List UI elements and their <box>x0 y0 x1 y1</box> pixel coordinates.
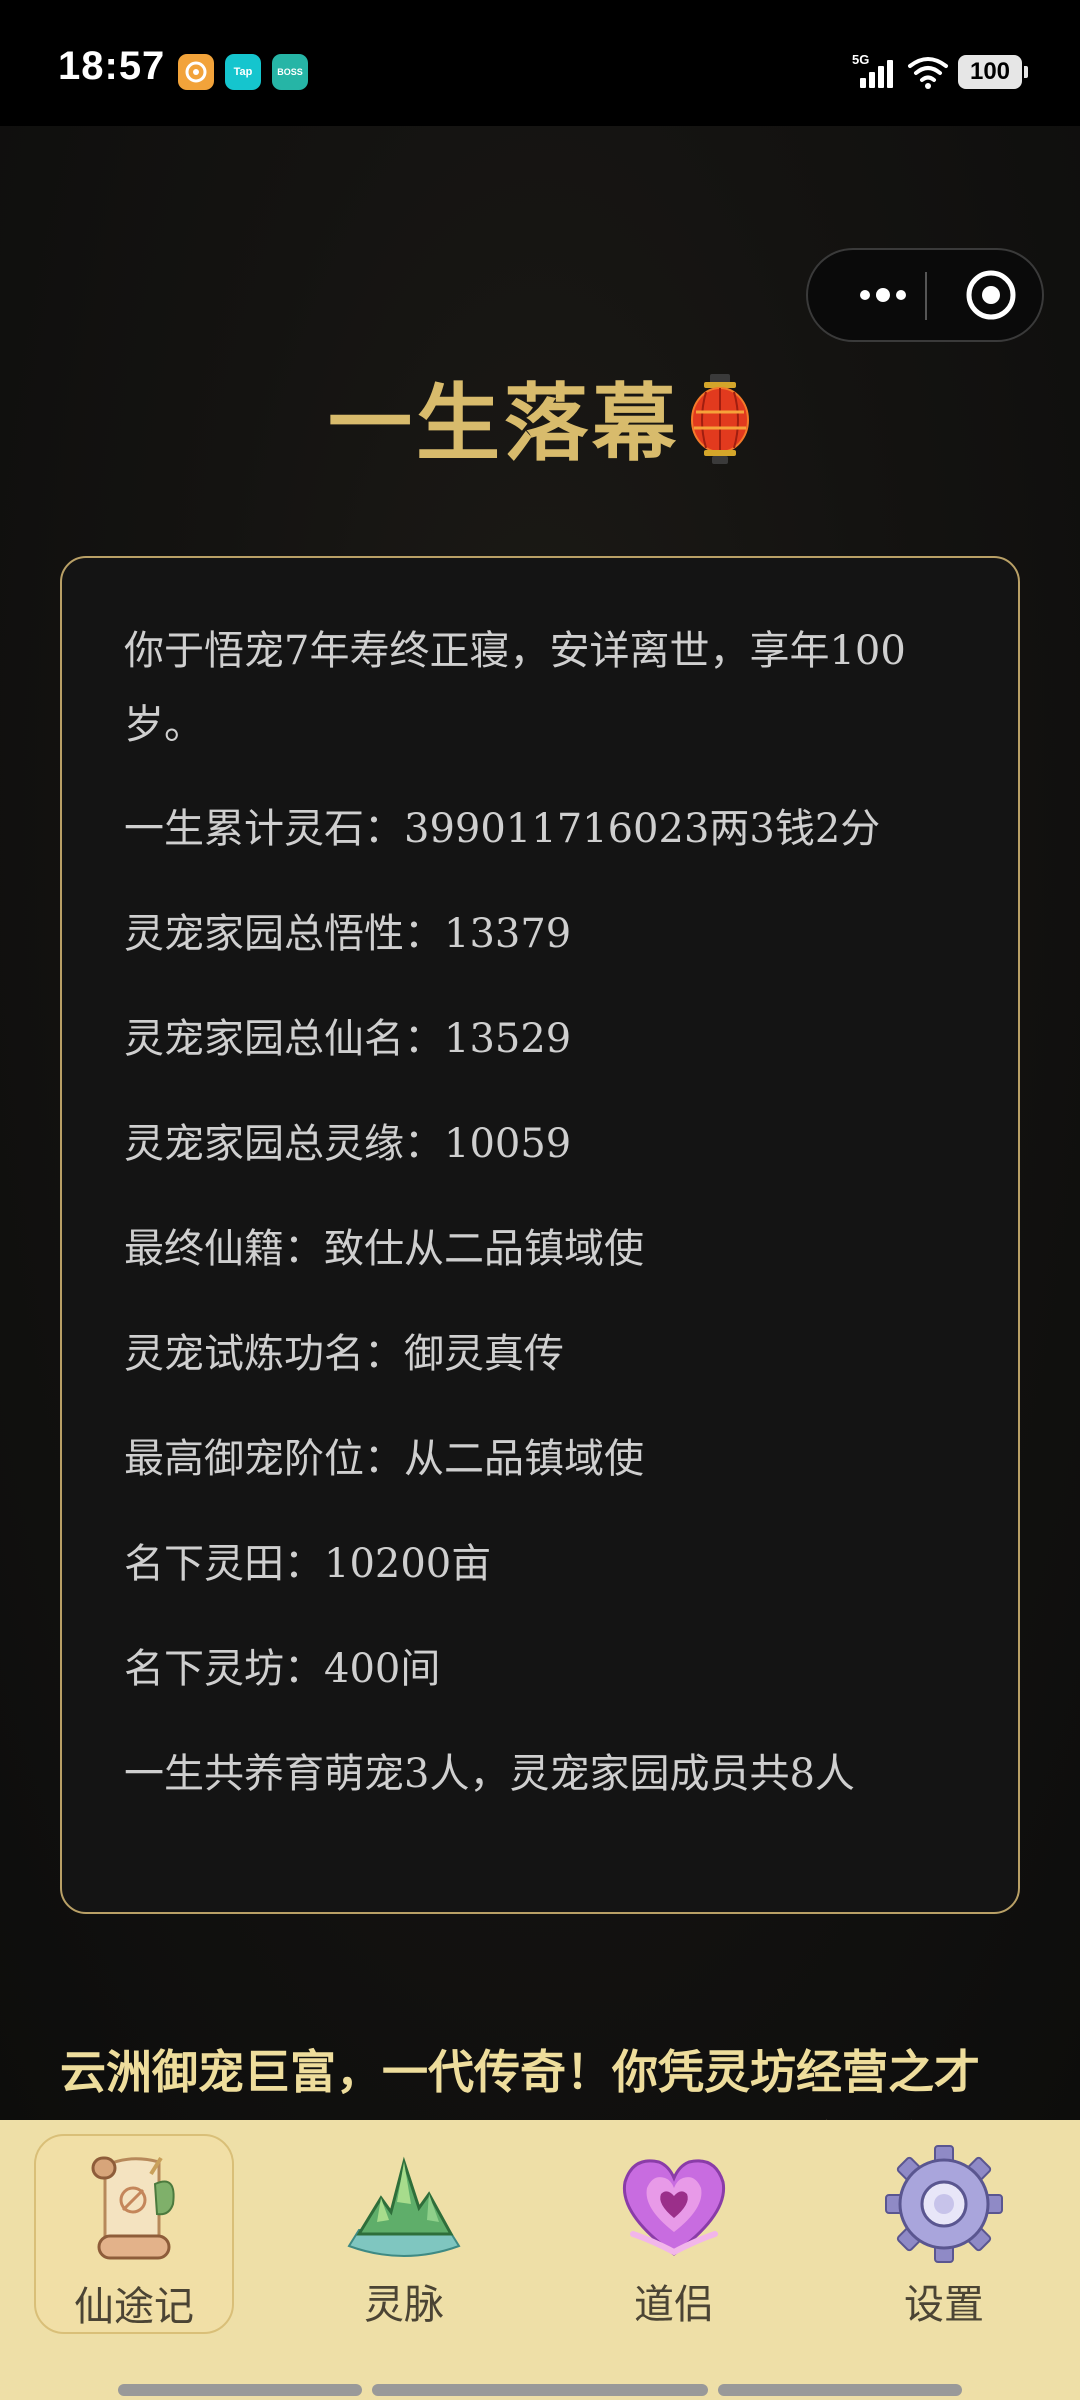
boss-app-icon: BOSS <box>272 54 308 90</box>
life-summary-card: 你于悟宠7年寿终正寝，安详离世，享年100岁。 一生累计灵石：399011716… <box>60 556 1020 1914</box>
status-indicators: 5G 100 <box>852 52 1028 92</box>
summary-line-trial-title: 灵宠试炼功名：御灵真传 <box>124 1331 564 1377</box>
nav-label-spirit-vein: 灵脉 <box>364 2282 444 2328</box>
status-time: 18:57 <box>58 44 166 88</box>
summary-line-spirit-stones: 一生累计灵石：399011716023两3钱2分 <box>124 806 881 852</box>
gesture-bar-right <box>718 2384 962 2396</box>
signal-icon: 5G <box>852 52 896 90</box>
status-bar: 18:57 Tap BOSS 5G 100 <box>0 0 1080 126</box>
orange-app-icon <box>178 54 214 90</box>
nav-item-spirit-vein[interactable]: 灵脉 <box>304 2134 504 2334</box>
target-close-icon <box>966 270 1016 320</box>
nav-label-settings: 设置 <box>904 2282 984 2328</box>
scroll-icon <box>91 2156 175 2260</box>
network-type: 5G <box>852 52 870 67</box>
summary-line-spirit-fields: 名下灵田：10200亩 <box>124 1541 492 1587</box>
gesture-bar-left <box>118 2384 362 2396</box>
summary-line-final-rank: 最终仙籍：致仕从二品镇域使 <box>124 1226 644 1272</box>
summary-line-spirit-shops: 名下灵坊：400间 <box>124 1646 441 1692</box>
gesture-bar-center <box>372 2384 708 2396</box>
miniprogram-capsule <box>806 248 1044 342</box>
heart-icon <box>622 2159 726 2256</box>
capsule-divider <box>925 272 927 320</box>
crystal-mountain-icon <box>347 2156 461 2257</box>
more-options-button[interactable] <box>838 250 928 340</box>
summary-line-pets: 一生共养育萌宠3人，灵宠家园成员共8人 <box>124 1751 855 1797</box>
legend-description: 云洲御宠巨富，一代传奇！你凭灵坊经营之才资源爆仓，灵材行商通达诸州，连远航采宝都… <box>60 2045 980 2120</box>
lantern-icon <box>688 372 752 489</box>
main-content: 一生落幕 你于悟宠7年寿终正寝，安详离世，享年100岁。 一生累计灵石：3990… <box>0 126 1080 2120</box>
more-icon <box>860 288 906 302</box>
nav-label-companion: 道侣 <box>634 2282 714 2328</box>
summary-line-fate: 灵宠家园总灵缘：10059 <box>124 1121 572 1167</box>
page-title-text: 一生落幕 <box>327 373 680 473</box>
close-miniprogram-button[interactable] <box>946 250 1036 340</box>
bottom-nav: 仙途记 灵脉 道侣 设置 <box>0 2120 1080 2400</box>
summary-line-fame: 灵宠家园总仙名：13529 <box>124 1016 572 1062</box>
summary-line-highest-rank: 最高御宠阶位：从二品镇域使 <box>124 1436 644 1482</box>
taptap-app-icon: Tap <box>225 54 261 90</box>
summary-line-comprehension: 灵宠家园总悟性：13379 <box>124 911 572 957</box>
wifi-icon <box>908 57 948 89</box>
nav-item-companion[interactable]: 道侣 <box>574 2134 774 2334</box>
summary-line-lifespan: 你于悟宠7年寿终正寝，安详离世，享年100岁。 <box>124 628 906 748</box>
nav-label-journey: 仙途记 <box>74 2284 194 2330</box>
gear-icon <box>885 2145 1003 2263</box>
nav-item-journey[interactable]: 仙途记 <box>34 2134 234 2334</box>
battery-indicator: 100 <box>958 55 1028 89</box>
nav-item-settings[interactable]: 设置 <box>844 2134 1044 2334</box>
page-title: 一生落幕 <box>0 372 1080 489</box>
